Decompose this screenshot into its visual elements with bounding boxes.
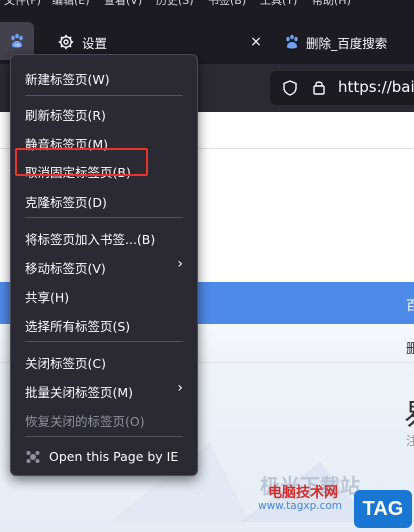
menu-item-label: 将标签页加入书签...(B) (25, 232, 156, 247)
tag-logo: TAG (354, 490, 412, 528)
shield-icon[interactable] (282, 80, 298, 96)
baidu-paw-icon (286, 34, 298, 49)
lock-icon[interactable] (312, 79, 326, 95)
menu-bookmarks[interactable]: 书签(B) (208, 0, 246, 8)
page-heading: 易 (404, 390, 414, 434)
url-bar[interactable]: https://baik (270, 71, 414, 105)
close-tab-button[interactable]: × (244, 30, 268, 54)
tab-settings-label: 设置 (82, 35, 108, 51)
menu-item-label: 关闭标签页(C) (25, 356, 106, 371)
menu-history[interactable]: 历史(S) (156, 0, 194, 8)
menu-help[interactable]: 帮助(H) (312, 0, 351, 8)
url-text: https://baik (338, 78, 414, 96)
menu-item-close-multiple-tabs[interactable]: 批量关闭标签页(M) › (11, 376, 197, 404)
menu-item-move-tab[interactable]: 移动标签页(V) › (11, 252, 197, 280)
menu-separator (25, 436, 183, 437)
menu-separator (25, 95, 183, 96)
blue-nav-text[interactable]: 百 (406, 295, 414, 314)
menu-item-label: 共享(H) (25, 290, 70, 305)
menu-item-share[interactable]: 共享(H) (11, 281, 197, 309)
menu-separator (25, 217, 183, 218)
watermark-title: 电脑技术网 (268, 485, 338, 501)
gear-icon (58, 34, 74, 50)
baidu-paw-icon: du (11, 33, 23, 48)
menu-item-close-tab[interactable]: 关闭标签页(C) (11, 347, 197, 375)
menu-tools[interactable]: 工具(T) (260, 0, 297, 8)
tab-baidu-search[interactable]: 删除_百度搜索 (284, 24, 414, 60)
menu-item-label: 选择所有标签页(S) (25, 319, 131, 334)
menu-item-undo-close-tab: 恢复关闭的标签页(O) (11, 405, 197, 433)
watermark-site: www.tagxp.com (258, 500, 342, 512)
menu-item-label: 批量关闭标签页(M) (25, 385, 134, 400)
menu-item-reload-tab[interactable]: 刷新标签页(R) (11, 99, 197, 127)
menu-view[interactable]: 查看(V) (104, 0, 142, 8)
chevron-right-icon: › (177, 256, 183, 272)
extension-icon (26, 451, 40, 463)
menu-item-select-all-tabs[interactable]: 选择所有标签页(S) (11, 310, 197, 338)
svg-text:du: du (15, 43, 21, 48)
menu-item-duplicate-tab[interactable]: 克隆标签页(D) (11, 186, 197, 214)
menu-item-label: 刷新标签页(R) (25, 108, 106, 123)
menu-item-label: 克隆标签页(D) (25, 195, 107, 210)
menu-separator (25, 341, 183, 342)
menu-item-label: 恢复关闭的标签页(O) (25, 414, 145, 429)
menu-item-new-tab[interactable]: 新建标签页(W) (11, 63, 197, 91)
page-row-text: 删 (406, 342, 414, 357)
menu-edit[interactable]: 编辑(E) (52, 0, 90, 8)
menu-item-label: 移动标签页(V) (25, 261, 106, 276)
menu-item-bookmark-tab[interactable]: 将标签页加入书签...(B) (11, 223, 197, 251)
page-note: 注 (406, 434, 414, 448)
highlight-box (15, 148, 148, 176)
menu-item-label: 新建标签页(W) (25, 72, 110, 87)
chevron-right-icon: › (177, 380, 183, 396)
tab-context-menu: 新建标签页(W) 刷新标签页(R) 静音标签页(M) 取消固定标签页(B) 克隆… (10, 54, 198, 476)
tab-baidu-label: 删除_百度搜索 (306, 35, 388, 51)
menu-item-label: Open this Page by IE (49, 449, 179, 464)
menu-bar: 文件(F) 编辑(E) 查看(V) 历史(S) 书签(B) 工具(T) 帮助(H… (0, 0, 414, 8)
menu-item-open-in-ie[interactable]: Open this Page by IE (11, 443, 197, 471)
menu-file[interactable]: 文件(F) (4, 0, 41, 8)
